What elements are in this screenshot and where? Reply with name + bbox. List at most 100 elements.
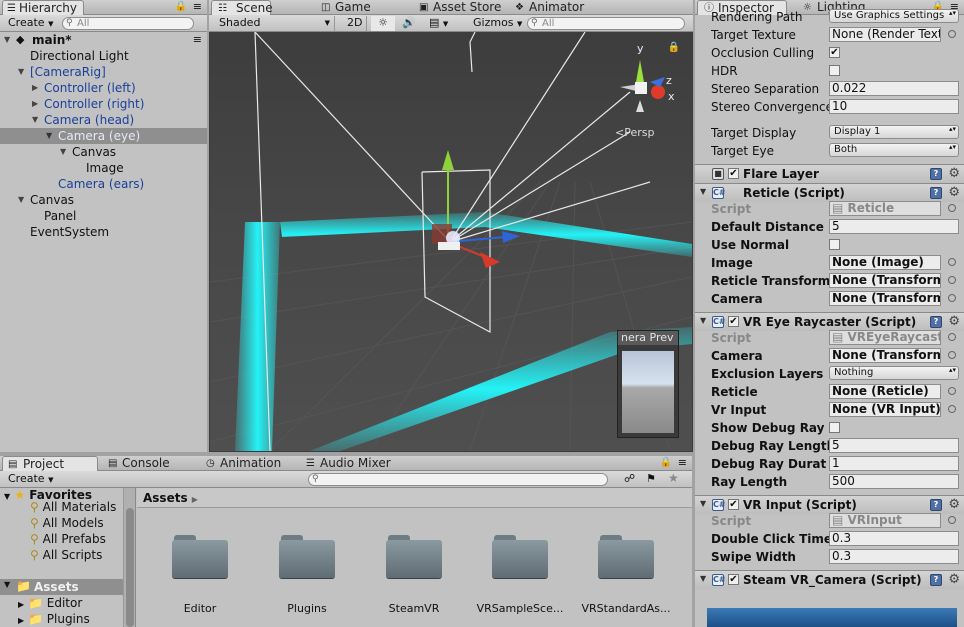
show-debug-ray-checkbox[interactable] (829, 422, 840, 433)
asset-folder-editor[interactable]: Editor (155, 535, 245, 615)
use-normal-checkbox[interactable] (829, 239, 840, 250)
expand-arrow-icon[interactable]: ▼ (32, 112, 38, 128)
tab-hierarchy[interactable]: ☰ Hierarchy (2, 0, 85, 15)
object-picker-icon[interactable] (948, 333, 956, 341)
tab-animation[interactable]: ◷ Animation (206, 456, 287, 471)
collapsed-arrow-icon[interactable]: ▶ (18, 616, 24, 625)
target-texture-field[interactable]: None (Render Text (829, 27, 941, 42)
asset-folder-plugins[interactable]: Plugins (262, 535, 352, 615)
object-picker-icon[interactable] (948, 405, 956, 413)
expand-arrow-icon[interactable]: ▼ (700, 574, 706, 583)
expand-arrow-icon[interactable]: ▼ (60, 144, 66, 160)
favorite-item[interactable]: ⚲ All Models (30, 516, 104, 530)
object-picker-icon[interactable] (948, 294, 956, 302)
swipe-width-field[interactable]: 0.3 (829, 549, 959, 564)
hierarchy-item-canvas-child[interactable]: ▼ Canvas (0, 144, 207, 160)
object-picker-icon[interactable] (948, 258, 956, 266)
debug-ray-duration-field[interactable]: 1 (829, 456, 959, 471)
help-icon[interactable]: ? (930, 574, 942, 586)
filter-by-type-icon[interactable]: ☍ (624, 472, 635, 485)
shading-mode-dropdown[interactable]: Shaded ▼ (215, 16, 335, 31)
asset-folder-steamvr[interactable]: SteamVR (369, 535, 459, 615)
tree-scrollbar[interactable] (123, 488, 135, 627)
vr-input-field[interactable]: None (VR Input) (829, 402, 941, 417)
gear-icon[interactable]: ⚙ (948, 314, 960, 329)
expand-arrow-icon[interactable]: ▼ (4, 492, 10, 501)
steam-camera-component-header[interactable]: ▼ C# ✔ Steam VR_Camera (Script) ? ⚙ (695, 570, 964, 589)
flare-layer-header[interactable]: ■ ✔ Flare Layer ? ⚙ (695, 164, 964, 183)
gear-icon[interactable]: ⚙ (948, 185, 960, 200)
object-picker-icon[interactable] (948, 30, 956, 38)
audio-toggle[interactable]: 🔊 (397, 16, 421, 31)
create-dropdown[interactable]: Create ▼ (4, 16, 57, 31)
tab-animator[interactable]: ❖ Animator (515, 0, 590, 15)
object-picker-icon[interactable] (948, 387, 956, 395)
collapsed-arrow-icon[interactable]: ▶ (32, 96, 38, 112)
lighting-toggle[interactable]: ☼ (371, 16, 395, 31)
hierarchy-item-eventsystem[interactable]: EventSystem (0, 224, 207, 240)
hierarchy-item-controller-right[interactable]: ▶ Controller (right) (0, 96, 207, 112)
favorite-star-icon[interactable]: ★ (668, 471, 679, 485)
raycaster-reticle-field[interactable]: None (Reticle) (829, 384, 941, 399)
hierarchy-item-canvas[interactable]: ▼ Canvas (0, 192, 207, 208)
asset-folder-row[interactable]: ▶ 📁 Editor (18, 596, 82, 610)
lock-icon[interactable]: 🔒 (660, 457, 672, 468)
expand-arrow-icon[interactable]: ▼ (700, 316, 706, 325)
target-eye-dropdown[interactable]: Both (829, 143, 959, 157)
exclusion-layers-dropdown[interactable]: Nothing (829, 366, 959, 380)
ray-length-field[interactable]: 500 (829, 474, 959, 489)
gear-icon[interactable]: ⚙ (948, 572, 960, 587)
assets-root-row[interactable]: ▼ 📁 Assets (0, 579, 123, 595)
hierarchy-item-camera-eye[interactable]: ▼ Camera (eye) (0, 128, 207, 144)
rendering-path-dropdown[interactable]: Use Graphics Settings (829, 9, 959, 23)
double-click-time-field[interactable]: 0.3 (829, 531, 959, 546)
vr-input-enabled-checkbox[interactable]: ✔ (728, 499, 739, 510)
tab-console[interactable]: ▤ Console (108, 456, 176, 471)
raycaster-enabled-checkbox[interactable]: ✔ (728, 316, 739, 327)
expand-arrow-icon[interactable]: ▼ (700, 499, 706, 508)
stereo-convergence-field[interactable]: 10 (829, 99, 959, 114)
reticle-camera-field[interactable]: None (Transform (829, 291, 941, 306)
transform-gizmo[interactable] (432, 150, 520, 268)
help-icon[interactable]: ? (930, 187, 942, 199)
object-picker-icon[interactable] (948, 351, 956, 359)
reticle-image-field[interactable]: None (Image) (829, 255, 941, 270)
asset-folder-vrstandardassets[interactable]: VRStandardAs... (581, 535, 671, 615)
scrollbar-thumb[interactable] (126, 508, 134, 627)
expand-arrow-icon[interactable]: ▼ (46, 128, 52, 144)
breadcrumb-assets[interactable]: Assets (143, 491, 188, 505)
target-display-dropdown[interactable]: Display 1 (829, 125, 959, 139)
object-picker-icon[interactable] (948, 516, 956, 524)
object-picker-icon[interactable] (948, 276, 956, 284)
scene-row[interactable]: ▼ ◆ main* ≡ (0, 32, 207, 48)
flare-layer-enabled-checkbox[interactable]: ✔ (728, 168, 739, 179)
lock-icon[interactable]: 🔒 (175, 1, 187, 12)
panel-menu-icon[interactable]: ≡ (193, 0, 202, 13)
default-distance-field[interactable]: 5 (829, 219, 959, 234)
steam-camera-enabled-checkbox[interactable]: ✔ (728, 574, 739, 585)
expand-arrow-icon[interactable]: ▼ (700, 187, 706, 196)
hierarchy-item-controller-left[interactable]: ▶ Controller (left) (0, 80, 207, 96)
scene-search-input[interactable]: ⚲ All (527, 17, 685, 30)
raycaster-camera-field[interactable]: None (Transform (829, 348, 941, 363)
scene-menu-icon[interactable]: ≡ (193, 32, 202, 48)
stereo-separation-field[interactable]: 0.022 (829, 81, 959, 96)
occlusion-culling-checkbox[interactable]: ✔ (829, 47, 840, 58)
tab-asset-store[interactable]: ▣ Asset Store (419, 0, 507, 15)
help-icon[interactable]: ? (930, 316, 942, 328)
hierarchy-item-camera-head[interactable]: ▼ Camera (head) (0, 112, 207, 128)
create-dropdown[interactable]: Create ▼ (4, 472, 57, 487)
expand-arrow-icon[interactable]: ▼ (18, 64, 24, 80)
hierarchy-item-camera-ears[interactable]: Camera (ears) (0, 176, 207, 192)
reticle-transform-field[interactable]: None (Transform (829, 273, 941, 288)
hierarchy-item-directional-light[interactable]: Directional Light (0, 48, 207, 64)
tab-game[interactable]: ◫ Game (321, 0, 377, 15)
gear-icon[interactable]: ⚙ (948, 497, 960, 512)
hierarchy-item-camerarig[interactable]: ▼ [CameraRig] (0, 64, 207, 80)
favorite-item[interactable]: ⚲ All Scripts (30, 548, 102, 562)
object-picker-icon[interactable] (948, 204, 956, 212)
hdr-checkbox[interactable] (829, 65, 840, 76)
filter-by-label-icon[interactable]: ⚑ (646, 472, 656, 485)
tab-audio-mixer[interactable]: ☰ Audio Mixer (306, 456, 397, 471)
collapsed-arrow-icon[interactable]: ▶ (18, 600, 24, 609)
